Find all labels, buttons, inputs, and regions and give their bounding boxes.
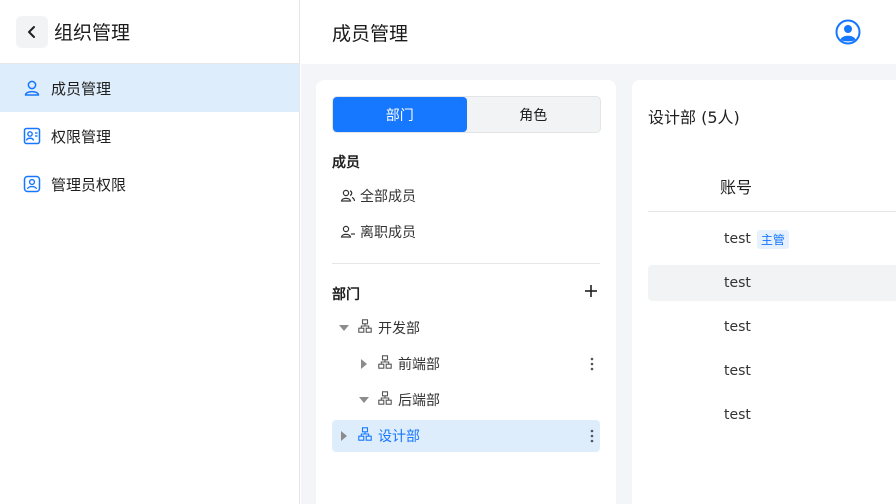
all-members-item[interactable]: 全部成员 <box>340 180 416 212</box>
tree-node-label: 后端部 <box>398 393 440 409</box>
sidebar-item-permissions[interactable]: 权限管理 <box>0 112 299 160</box>
admin-badge-icon <box>22 174 42 194</box>
table-row[interactable]: test <box>648 353 896 389</box>
sidebar-item-members[interactable]: 成员管理 <box>0 64 299 112</box>
header-divider <box>648 211 896 212</box>
user-minus-icon <box>340 224 356 240</box>
avatar-icon[interactable] <box>835 19 861 45</box>
main-area: 成员管理 部门 角色 成员 全部成员 离职成员 部门 开发部 前端部 后端部 设… <box>301 0 896 504</box>
users-icon <box>340 188 356 204</box>
caret-right-icon[interactable] <box>358 358 370 370</box>
table-row[interactable]: test <box>648 309 896 345</box>
department-heading: 设计部 (5人) <box>648 108 740 127</box>
tree-node-label: 设计部 <box>378 429 420 445</box>
tab-role[interactable]: 角色 <box>467 97 601 132</box>
member-list-panel: 设计部 (5人) 账号 test 主管 test test test test <box>632 80 896 504</box>
app-root: 组织管理 成员管理 权限管理 管理员权限 成员管理 部门 角色 成员 全部成员 … <box>0 0 896 504</box>
org-chart-icon <box>358 427 372 445</box>
column-header-account: 账号 <box>720 178 753 197</box>
caret-down-icon[interactable] <box>338 322 350 334</box>
sidebar-item-label: 权限管理 <box>51 127 112 146</box>
all-members-label: 全部成员 <box>360 189 416 205</box>
account-cell: test <box>724 363 751 379</box>
user-permission-icon <box>22 126 42 146</box>
org-chart-icon <box>378 391 392 409</box>
tab-department[interactable]: 部门 <box>333 97 467 132</box>
top-bar: 成员管理 <box>301 0 896 64</box>
sidebar-item-admin[interactable]: 管理员权限 <box>0 160 299 208</box>
sidebar-header: 组织管理 <box>0 0 299 64</box>
tree-node-label: 开发部 <box>378 321 420 337</box>
org-chart-icon <box>378 355 392 373</box>
left-members-item[interactable]: 离职成员 <box>340 216 416 248</box>
caret-right-icon[interactable] <box>338 430 350 442</box>
more-vertical-icon[interactable] <box>590 356 594 372</box>
account-cell: test <box>724 275 751 291</box>
back-button[interactable] <box>16 15 48 48</box>
tree-node-label: 前端部 <box>398 357 440 373</box>
account-cell: test <box>724 407 751 423</box>
add-department-icon[interactable] <box>583 283 599 299</box>
org-tree-panel: 部门 角色 成员 全部成员 离职成员 部门 开发部 前端部 后端部 设计部 <box>316 80 616 504</box>
account-cell: test <box>724 231 751 247</box>
members-section-title: 成员 <box>332 155 360 171</box>
section-divider <box>332 263 600 264</box>
tree-node-design[interactable]: 设计部 <box>332 420 600 452</box>
tree-node-dev[interactable]: 开发部 <box>332 312 600 344</box>
sidebar-item-label: 管理员权限 <box>51 175 127 194</box>
sidebar-title: 组织管理 <box>54 22 131 44</box>
org-chart-icon <box>358 319 372 337</box>
table-row[interactable]: test <box>648 265 896 301</box>
left-members-label: 离职成员 <box>360 225 416 241</box>
tree-node-frontend[interactable]: 前端部 <box>332 348 600 380</box>
user-icon <box>22 78 42 98</box>
view-switch: 部门 角色 <box>332 96 601 133</box>
tree-node-backend[interactable]: 后端部 <box>332 384 600 416</box>
more-vertical-icon[interactable] <box>590 428 594 444</box>
sidebar: 组织管理 成员管理 权限管理 管理员权限 <box>0 0 300 504</box>
account-cell: test <box>724 319 751 335</box>
manager-badge: 主管 <box>756 229 789 249</box>
caret-down-icon[interactable] <box>358 394 370 406</box>
chevron-left-icon <box>28 25 35 38</box>
table-row[interactable]: test <box>648 397 896 433</box>
page-title: 成员管理 <box>332 22 409 45</box>
sidebar-item-label: 成员管理 <box>51 79 112 98</box>
table-row[interactable]: test 主管 <box>648 221 896 257</box>
department-section-title: 部门 <box>332 287 360 303</box>
